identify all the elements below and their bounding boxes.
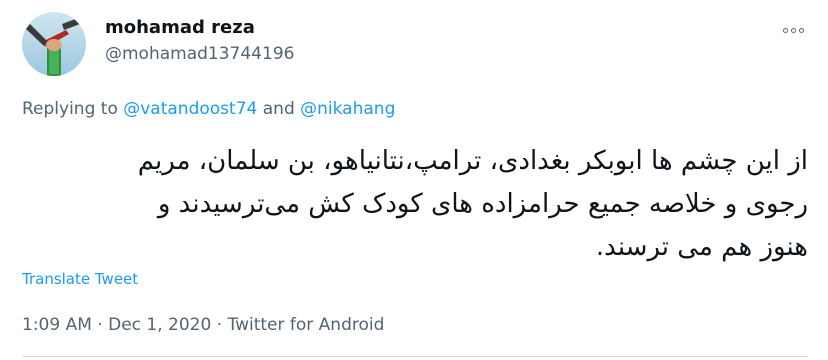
- avatar-image: [22, 12, 86, 76]
- meta-separator: ·: [97, 315, 103, 335]
- divider: [22, 356, 808, 357]
- more-options-icon[interactable]: [780, 20, 806, 40]
- mention-link[interactable]: @nikahang: [300, 99, 395, 119]
- display-name[interactable]: mohamad reza: [105, 16, 294, 40]
- tweet-text: از این چشم ها ابوبکر بغدادی، ترامپ،نتانی…: [22, 140, 808, 269]
- dot: [790, 27, 796, 33]
- tweet-line: هنوز هم می ترسند.: [595, 232, 808, 262]
- tweet-time[interactable]: 1:09 AM: [22, 315, 92, 335]
- mention-link[interactable]: @vatandoost74: [123, 99, 257, 119]
- replying-prefix: Replying to: [22, 99, 118, 119]
- tweet-line: رجوی و خلاصه جمیع حرامزاده های کودک کش م…: [157, 189, 808, 219]
- avatar[interactable]: [22, 12, 86, 76]
- tweet-source[interactable]: Twitter for Android: [228, 315, 385, 335]
- meta-separator: ·: [216, 315, 223, 335]
- tweet-header: mohamad reza @mohamad13744196: [22, 12, 808, 76]
- replying-to: Replying to @vatandoost74 and @nikahang: [22, 99, 395, 119]
- translate-tweet-link[interactable]: Translate Tweet: [22, 270, 138, 288]
- dot: [782, 27, 788, 33]
- dot: [798, 27, 804, 33]
- user-handle[interactable]: @mohamad13744196: [105, 41, 294, 67]
- tweet-line: از این چشم ها ابوبکر بغدادی، ترامپ،نتانی…: [137, 146, 808, 176]
- tweet-date[interactable]: Dec 1, 2020: [108, 315, 211, 335]
- author-names: mohamad reza @mohamad13744196: [105, 16, 294, 67]
- replying-conjunction: and: [262, 99, 295, 119]
- tweet-meta: 1:09 AM · Dec 1, 2020 · Twitter for Andr…: [22, 315, 384, 335]
